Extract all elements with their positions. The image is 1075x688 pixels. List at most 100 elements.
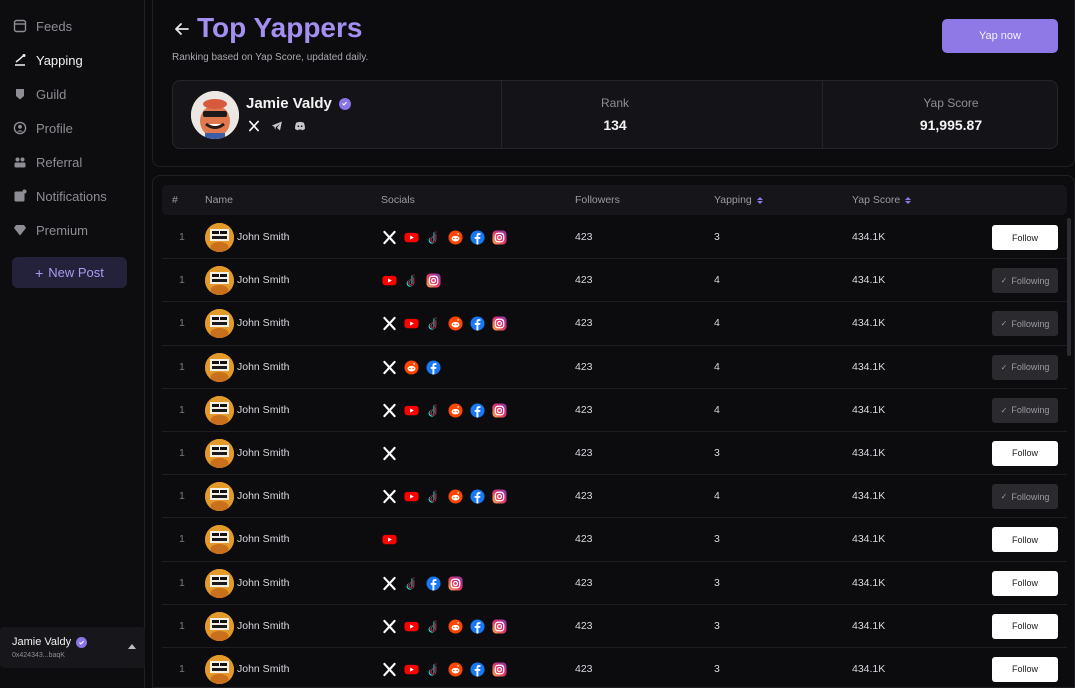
sidebar-item-referral[interactable]: Referral <box>0 145 144 179</box>
row-name[interactable]: John Smith <box>237 231 290 243</box>
follow-button[interactable]: Follow <box>992 570 1058 596</box>
x-icon[interactable] <box>381 618 398 635</box>
x-icon[interactable] <box>381 575 398 592</box>
following-button[interactable]: ✓ Following <box>992 354 1058 380</box>
instagram-icon[interactable] <box>425 272 442 289</box>
reddit-icon[interactable] <box>447 402 464 419</box>
youtube-icon[interactable] <box>403 618 420 635</box>
instagram-icon[interactable] <box>491 618 508 635</box>
reddit-icon[interactable] <box>447 315 464 332</box>
telegram-icon[interactable] <box>269 118 285 134</box>
table-row[interactable]: 1 John Smith 423 3 434.1K Follow <box>162 432 1067 476</box>
table-row[interactable]: 1 John Smith 423 4 434.1K ✓ Following <box>162 475 1067 519</box>
facebook-icon[interactable] <box>469 661 486 678</box>
row-name[interactable]: John Smith <box>237 317 290 329</box>
caret-up-icon[interactable] <box>128 644 136 649</box>
reddit-icon[interactable] <box>447 488 464 505</box>
instagram-icon[interactable] <box>491 315 508 332</box>
tiktok-icon[interactable] <box>425 488 442 505</box>
tiktok-icon[interactable] <box>403 272 420 289</box>
table-row[interactable]: 1 John Smith 423 4 434.1K ✓ Following <box>162 259 1067 303</box>
row-name[interactable]: John Smith <box>237 663 290 675</box>
row-name[interactable]: John Smith <box>237 533 290 545</box>
scrollbar[interactable] <box>1067 218 1071 356</box>
x-icon[interactable] <box>381 359 398 376</box>
follow-button[interactable]: Follow <box>992 527 1058 553</box>
reddit-icon[interactable] <box>447 229 464 246</box>
yap-now-button[interactable]: Yap now <box>942 19 1058 53</box>
instagram-icon[interactable] <box>491 661 508 678</box>
x-icon[interactable] <box>381 229 398 246</box>
table-row[interactable]: 1 John Smith 423 3 434.1K Follow <box>162 518 1067 562</box>
row-name[interactable]: John Smith <box>237 404 290 416</box>
sidebar-item-yapping[interactable]: Yapping <box>0 43 144 77</box>
table-row[interactable]: 1 John Smith 423 3 434.1K Follow <box>162 605 1067 648</box>
facebook-icon[interactable] <box>469 402 486 419</box>
instagram-icon[interactable] <box>491 229 508 246</box>
row-name[interactable]: John Smith <box>237 577 290 589</box>
sidebar-item-feeds[interactable]: Feeds <box>0 9 144 43</box>
x-icon[interactable] <box>381 402 398 419</box>
sidebar-item-profile[interactable]: Profile <box>0 111 144 145</box>
table-row[interactable]: 1 John Smith 423 4 434.1K ✓ Following <box>162 346 1067 389</box>
facebook-icon[interactable] <box>469 229 486 246</box>
facebook-icon[interactable] <box>469 488 486 505</box>
youtube-icon[interactable] <box>403 229 420 246</box>
youtube-icon[interactable] <box>403 402 420 419</box>
user-account-menu[interactable]: Jamie Valdy 0x424343...baqK <box>0 627 145 668</box>
reddit-icon[interactable] <box>403 359 420 376</box>
following-button[interactable]: ✓ Following <box>992 268 1058 294</box>
follow-button[interactable]: Follow <box>992 225 1058 250</box>
header-yapping[interactable]: Yapping <box>714 194 763 206</box>
following-button[interactable]: ✓ Following <box>992 484 1058 510</box>
sidebar-item-guild[interactable]: Guild <box>0 77 144 111</box>
follow-button[interactable]: Follow <box>992 656 1058 682</box>
row-name[interactable]: John Smith <box>237 447 290 459</box>
reddit-icon[interactable] <box>447 661 464 678</box>
follow-button[interactable]: Follow <box>992 440 1058 466</box>
facebook-icon[interactable] <box>469 618 486 635</box>
tiktok-icon[interactable] <box>425 315 442 332</box>
following-button[interactable]: ✓ Following <box>992 311 1058 337</box>
table-row[interactable]: 1 John Smith 423 4 434.1K ✓ Following <box>162 389 1067 432</box>
sidebar-item-notifications[interactable]: Notifications <box>0 179 144 213</box>
instagram-icon[interactable] <box>491 402 508 419</box>
header-yap-score[interactable]: Yap Score <box>852 194 912 206</box>
tiktok-icon[interactable] <box>425 618 442 635</box>
sort-icon[interactable] <box>756 196 763 204</box>
reddit-icon[interactable] <box>447 618 464 635</box>
back-arrow-icon[interactable] <box>173 20 191 38</box>
youtube-icon[interactable] <box>381 272 398 289</box>
table-row[interactable]: 1 John Smith 423 4 434.1K ✓ Following <box>162 302 1067 346</box>
row-name[interactable]: John Smith <box>237 620 290 632</box>
x-icon[interactable] <box>381 488 398 505</box>
x-icon[interactable] <box>381 661 398 678</box>
youtube-icon[interactable] <box>403 661 420 678</box>
x-icon[interactable] <box>381 445 398 462</box>
facebook-icon[interactable] <box>425 359 442 376</box>
tiktok-icon[interactable] <box>425 661 442 678</box>
youtube-icon[interactable] <box>403 488 420 505</box>
row-name[interactable]: John Smith <box>237 490 290 502</box>
row-name[interactable]: John Smith <box>237 274 290 286</box>
youtube-icon[interactable] <box>381 531 398 548</box>
tiktok-icon[interactable] <box>403 575 420 592</box>
table-row[interactable]: 1 John Smith 423 3 434.1K Follow <box>162 562 1067 605</box>
follow-button[interactable]: Follow <box>992 613 1058 639</box>
facebook-icon[interactable] <box>469 315 486 332</box>
x-icon[interactable] <box>246 118 262 134</box>
row-name[interactable]: John Smith <box>237 361 290 373</box>
new-post-button[interactable]: + New Post <box>12 257 127 288</box>
table-row[interactable]: 1 John Smith 423 3 434.1K Follow <box>162 648 1067 687</box>
sort-icon[interactable] <box>905 196 912 204</box>
x-icon[interactable] <box>381 315 398 332</box>
following-button[interactable]: ✓ Following <box>992 397 1058 423</box>
instagram-icon[interactable] <box>491 488 508 505</box>
table-row[interactable]: 1 John Smith 423 3 434.1K Follow <box>162 216 1067 260</box>
youtube-icon[interactable] <box>403 315 420 332</box>
tiktok-icon[interactable] <box>425 402 442 419</box>
facebook-icon[interactable] <box>425 575 442 592</box>
sidebar-item-premium[interactable]: Premium <box>0 213 144 247</box>
tiktok-icon[interactable] <box>425 229 442 246</box>
instagram-icon[interactable] <box>447 575 464 592</box>
